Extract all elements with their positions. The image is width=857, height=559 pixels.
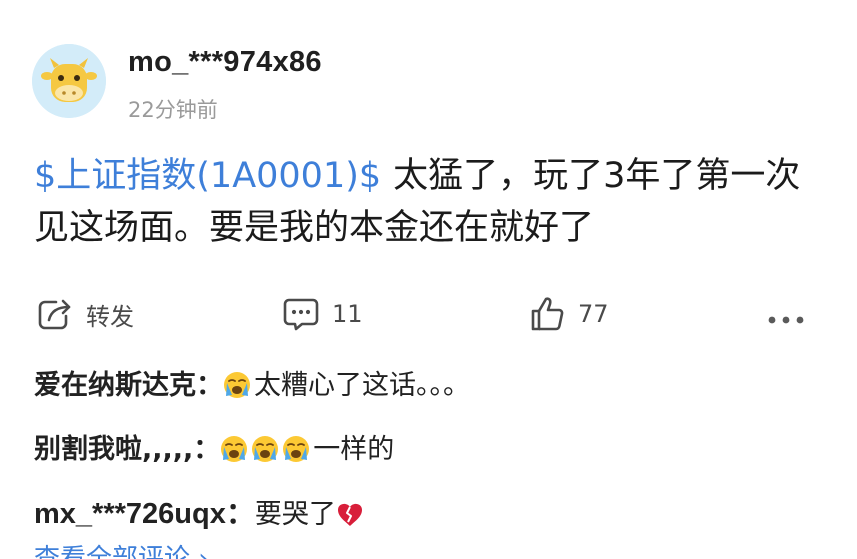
post-timestamp: 22分钟前 [128, 98, 218, 122]
broken-heart-emoji [336, 500, 364, 540]
more-button[interactable] [766, 300, 808, 340]
crying-face-emoji [223, 371, 251, 411]
comment-list: 爱在纳斯达克： 太糟心了这话。。。 别割我啦,,,,,： 一样的 mx_***726… [34, 366, 834, 559]
forward-label: 转发 [86, 302, 134, 331]
forward-button[interactable]: 转发 [36, 294, 134, 334]
comment-item[interactable]: 爱在纳斯达克： 太糟心了这话。。。 [34, 366, 834, 411]
comment-author[interactable]: mx_***726uqx： [34, 498, 255, 530]
comment-author[interactable]: 爱在纳斯达克： [34, 370, 223, 401]
comment-item[interactable]: 别割我啦,,,,,： 一样的 [34, 430, 834, 475]
like-button[interactable]: 77 [528, 294, 609, 334]
comment-button[interactable]: 11 [282, 294, 363, 334]
comment-text: 要哭了 [254, 499, 336, 530]
share-icon [38, 299, 71, 330]
action-bar: 转发 11 77 [0, 288, 857, 338]
view-all-comments-link[interactable]: 查看全部评论 › [34, 538, 209, 559]
comment-icon [283, 298, 319, 331]
user-avatar[interactable] [32, 44, 106, 118]
crying-face-emoji [282, 435, 310, 475]
stock-tag-link[interactable]: $上证指数(1A0001)$ [34, 156, 381, 196]
crying-face-emoji [251, 435, 279, 475]
thumbs-up-icon [531, 297, 564, 331]
post-page: mo_***974x86 22分钟前 $上证指数(1A0001)$ 太猛了，玩了3… [0, 0, 857, 559]
comment-text: 一样的 [313, 434, 395, 465]
post-content: $上证指数(1A0001)$ 太猛了，玩了3年了第一次见这场面。要是我的本金还在就… [34, 150, 824, 254]
cow-avatar-icon [32, 44, 106, 118]
more-dots-icon [768, 316, 804, 324]
comment-author[interactable]: 别割我啦,,,,,： [34, 434, 220, 465]
comment-item[interactable]: mx_***726uqx：要哭了 [34, 494, 834, 540]
crying-face-emoji [220, 435, 248, 475]
post-username[interactable]: mo_***974x86 [128, 46, 322, 79]
like-count: 77 [578, 300, 609, 328]
comment-count: 11 [332, 300, 363, 328]
comment-text: 太糟心了这话。。。 [254, 370, 470, 401]
